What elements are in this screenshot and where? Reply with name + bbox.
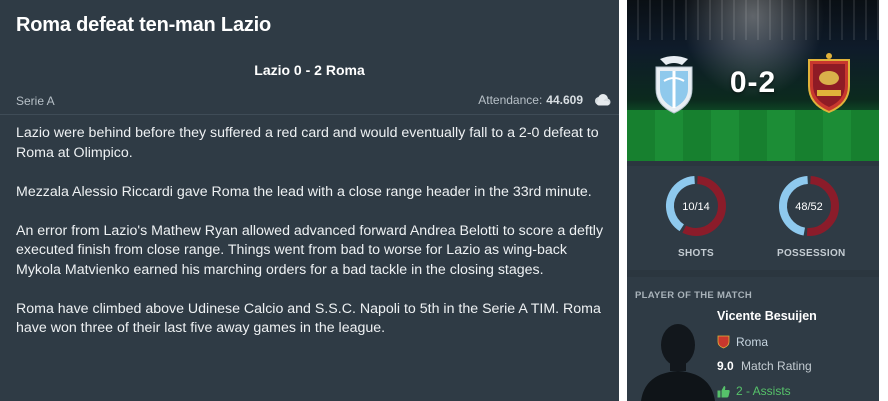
shots-donut: 10/14: [666, 175, 726, 236]
assists-label: 2 - Assists: [736, 384, 791, 398]
player-assists: 2 - Assists: [717, 384, 791, 398]
shots-stat: 10/14 SHOTS: [664, 174, 728, 259]
report-paragraph: Roma have climbed above Udinese Calcio a…: [16, 300, 601, 337]
player-name[interactable]: Vicente Besuijen: [717, 309, 817, 323]
cloud-icon: [595, 94, 611, 106]
possession-value: 48/52: [795, 201, 823, 213]
potm-heading: PLAYER OF THE MATCH: [635, 290, 753, 301]
right-edge-strip: [879, 0, 888, 401]
rating-value: 9.0: [717, 359, 734, 373]
possession-label: POSSESSION: [777, 248, 846, 259]
thumbs-up-icon: [717, 385, 730, 397]
shots-value: 10/14: [682, 201, 710, 213]
scoreline: Lazio 0 - 2 Roma: [254, 62, 365, 78]
player-silhouette-icon: [641, 324, 715, 401]
report-paragraph: Mezzala Alessio Riccardi gave Roma the l…: [16, 183, 592, 200]
player-rating: 9.0 Match Rating: [717, 359, 812, 373]
player-team[interactable]: Roma: [717, 334, 768, 349]
competition-label: Serie A: [16, 94, 55, 108]
possession-stat: 48/52 POSSESSION: [777, 174, 846, 259]
score-banner: 0-2: [627, 0, 879, 161]
panel-separator: [619, 0, 627, 401]
attendance-value: 44.609: [546, 93, 583, 107]
match-stats: 10/14 SHOTS 48/52 POSSESSION: [627, 166, 879, 270]
report-paragraph: An error from Lazio's Mathew Ryan allowe…: [16, 222, 604, 278]
roma-crest-icon: [808, 53, 850, 114]
stadium-lights: [627, 0, 879, 40]
report-paragraph: Lazio were behind before they suffered a…: [16, 125, 599, 161]
possession-donut: 48/52: [779, 176, 839, 236]
attendance-info: Attendance: 44.609: [478, 93, 611, 107]
report-body: Lazio were behind before they suffered a…: [16, 124, 612, 358]
rating-label: Match Rating: [741, 359, 812, 373]
pitch: [627, 110, 879, 161]
attendance-label: Attendance:: [478, 93, 543, 107]
match-report-panel: Roma defeat ten-man Lazio Lazio 0 - 2 Ro…: [0, 0, 619, 401]
divider: [0, 114, 619, 115]
player-team-label: Roma: [736, 334, 769, 349]
shots-label: SHOTS: [678, 248, 714, 259]
roma-crest-icon: [717, 335, 730, 349]
report-title: Roma defeat ten-man Lazio: [16, 14, 272, 36]
player-of-the-match-card[interactable]: PLAYER OF THE MATCH Vicente Besuijen Rom…: [627, 277, 879, 401]
